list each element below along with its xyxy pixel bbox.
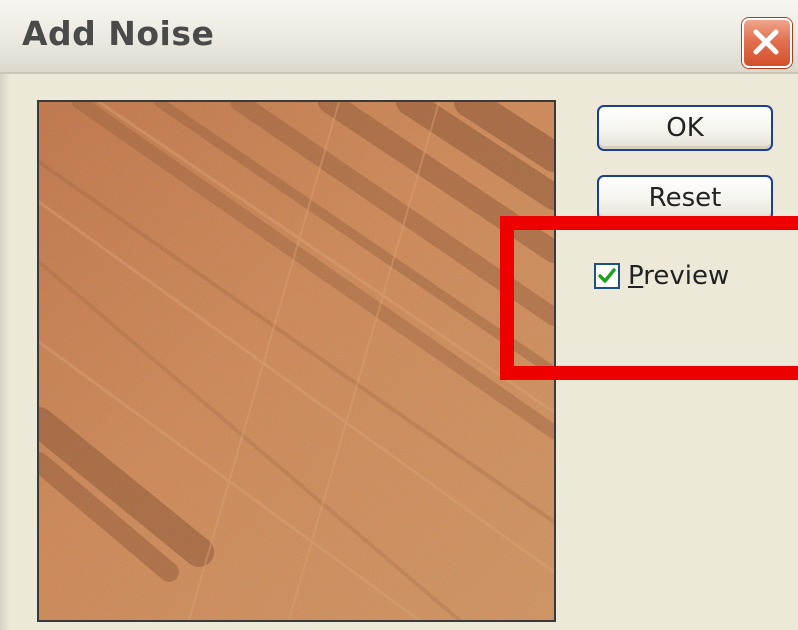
preview-checkbox[interactable] (594, 263, 620, 289)
checkmark-icon (598, 268, 616, 283)
title-bar: Add Noise (0, 0, 798, 74)
preview-checkbox-label: Preview (628, 261, 730, 291)
preview-checkbox-row[interactable]: Preview (594, 258, 729, 294)
dialog-title: Add Noise (22, 14, 215, 53)
close-icon (753, 29, 779, 55)
reset-button[interactable]: Reset (597, 175, 773, 221)
window-left-edge (0, 74, 10, 630)
ok-button[interactable]: OK (597, 105, 773, 151)
add-noise-dialog: Add Noise OK Reset Preview (0, 0, 798, 630)
noise-texture-image (39, 102, 554, 620)
preview-image[interactable] (37, 100, 556, 622)
close-button[interactable] (742, 18, 792, 68)
